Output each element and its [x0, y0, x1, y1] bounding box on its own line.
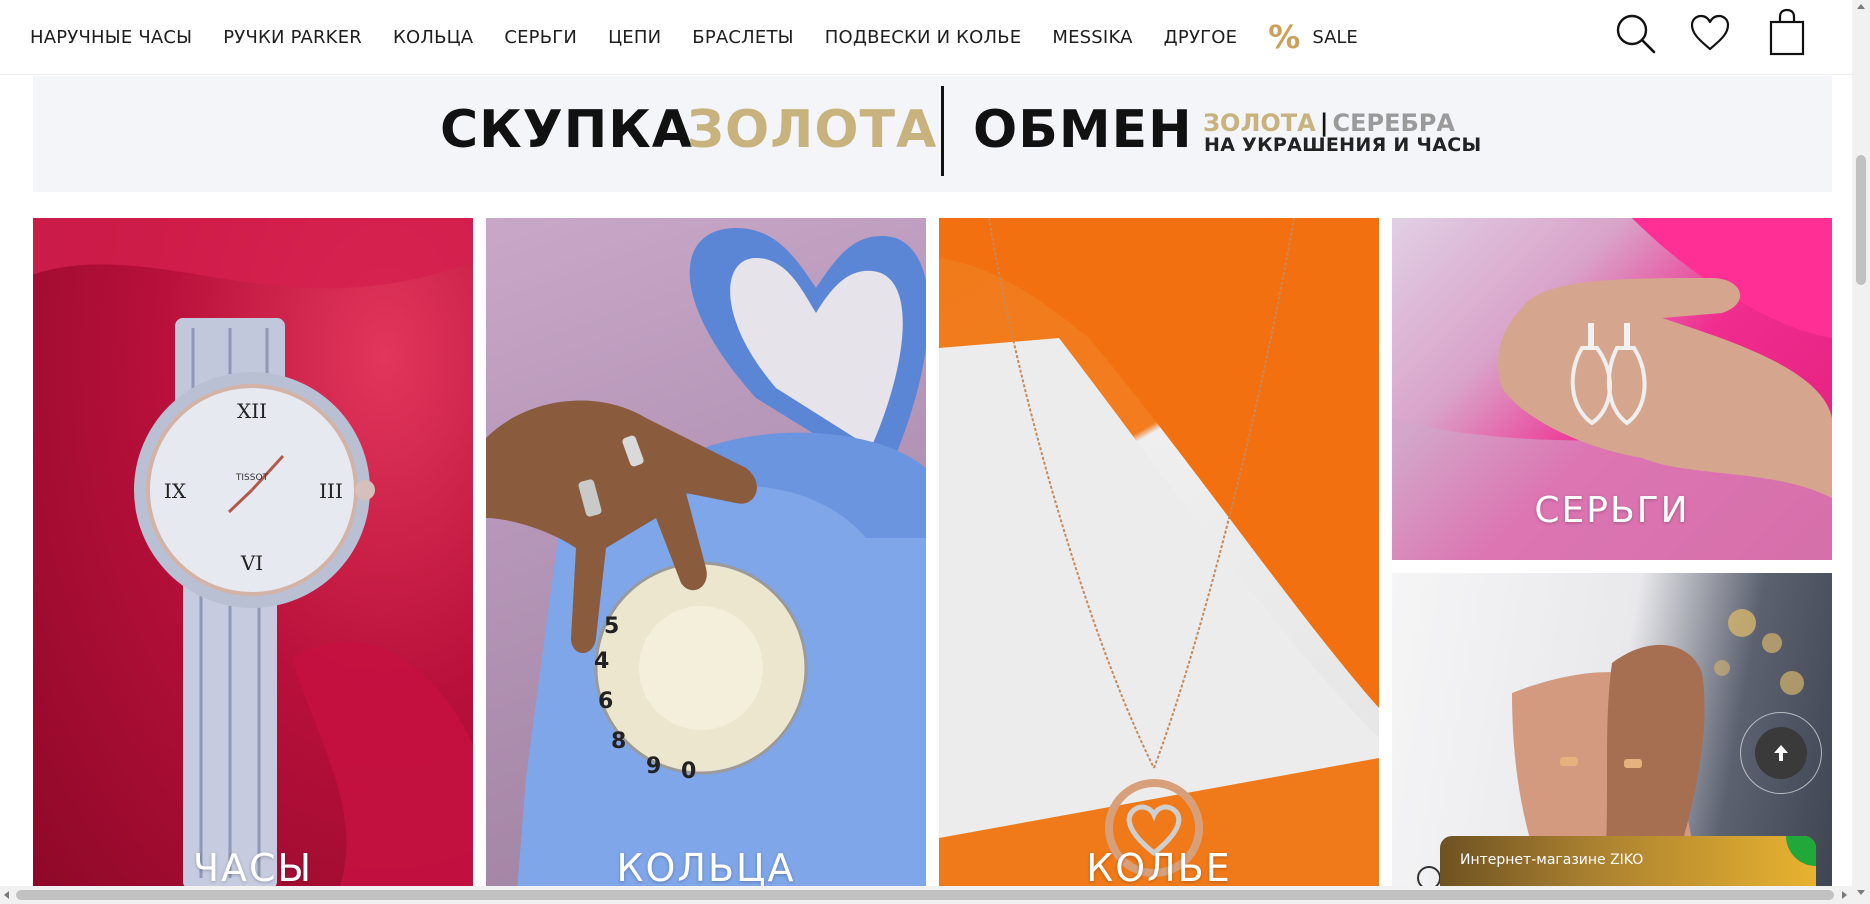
svg-text:8: 8 [611, 729, 626, 754]
chat-widget-label: Интернет-магазине ZIKO [1460, 852, 1644, 868]
scroll-up-arrow-icon[interactable] [1857, 4, 1865, 9]
svg-text:4: 4 [594, 649, 609, 674]
tile-label-earrings: СЕРЬГИ [1534, 490, 1690, 531]
nav-item-watches[interactable]: НАРУЧНЫЕ ЧАСЫ [30, 27, 192, 48]
svg-text:XII: XII [237, 399, 267, 423]
nav-item-rings[interactable]: КОЛЬЦА [393, 27, 473, 48]
vertical-scrollbar-thumb[interactable] [1856, 155, 1866, 285]
banner-word-buyback: СКУПКА [440, 100, 694, 160]
gold-buyback-banner[interactable]: СКУПКА ЗОЛОТА ОБМЕН ЗОЛОТА | СЕРЕБРА НА УК… [33, 76, 1832, 192]
category-tile-watches[interactable]: XII III VI IX TISSOT ЧАСЫ [33, 218, 473, 904]
svg-text:9: 9 [646, 754, 661, 779]
scroll-to-top-circle [1755, 727, 1807, 779]
banner-sub-separator: | [1319, 109, 1329, 137]
banner-sub-silver: СЕРЕБРА [1332, 109, 1455, 137]
svg-text:IX: IX [164, 479, 187, 503]
scroll-left-arrow-icon[interactable] [4, 891, 9, 899]
rings-image: 4 6 8 9 0 5 [486, 228, 926, 904]
heart-icon[interactable] [1690, 14, 1730, 52]
nav-item-chains[interactable]: ЦЕПИ [608, 27, 661, 48]
shopping-bag-icon[interactable] [1769, 8, 1805, 56]
nav-item-earrings[interactable]: СЕРЬГИ [504, 27, 577, 48]
banner-word-gold: ЗОЛОТА [687, 100, 938, 160]
svg-text:6: 6 [598, 689, 613, 714]
chat-widget[interactable]: Интернет-магазине ZIKO [1440, 836, 1816, 890]
svg-text:TISSOT: TISSOT [235, 473, 269, 483]
category-tile-rings[interactable]: 4 6 8 9 0 5 КОЛЬЦА [486, 218, 926, 904]
nav-item-bracelets[interactable]: БРАСЛЕТЫ [692, 27, 793, 48]
tile-label-rings: КОЛЬЦА [616, 846, 796, 890]
tile-label-watches: ЧАСЫ [192, 846, 314, 890]
scroll-down-arrow-icon[interactable] [1857, 890, 1865, 895]
banner-word-exchange: ОБМЕН [973, 100, 1193, 160]
vertical-scrollbar[interactable] [1852, 0, 1870, 904]
nav-item-parker-pens[interactable]: РУЧКИ PARKER [223, 27, 362, 48]
horizontal-scrollbar-thumb[interactable] [16, 890, 1834, 900]
nav-item-messika[interactable]: MESSIKA [1052, 27, 1132, 48]
top-navigation: НАРУЧНЫЕ ЧАСЫ РУЧКИ PARKER КОЛЬЦА СЕРЬГИ… [0, 0, 1852, 75]
category-tile-earrings[interactable]: СЕРЬГИ [1392, 218, 1832, 560]
svg-text:VI: VI [240, 551, 263, 575]
banner-divider [941, 86, 944, 176]
nav-item-pendants-necklaces[interactable]: ПОДВЕСКИ И КОЛЬЕ [825, 27, 1022, 48]
category-menu: НАРУЧНЫЕ ЧАСЫ РУЧКИ PARKER КОЛЬЦА СЕРЬГИ… [30, 21, 1358, 53]
necklace-image [939, 218, 1379, 904]
sale-label: SALE [1312, 26, 1358, 48]
tile-label-necklace: КОЛЬЕ [1086, 846, 1232, 890]
svg-text:III: III [319, 479, 343, 503]
arrow-up-icon [1774, 745, 1788, 761]
watch-image: XII III VI IX TISSOT [33, 218, 473, 904]
percent-icon: % [1268, 18, 1301, 56]
nav-item-sale[interactable]: % SALE [1268, 21, 1358, 53]
scroll-to-top-button[interactable] [1740, 712, 1822, 794]
svg-text:5: 5 [604, 614, 619, 639]
svg-text:0: 0 [681, 759, 696, 784]
horizontal-scrollbar[interactable] [0, 886, 1852, 904]
search-icon[interactable] [1614, 12, 1658, 56]
scroll-right-arrow-icon[interactable] [1842, 891, 1847, 899]
banner-subtitle-metals: ЗОЛОТА | СЕРЕБРА [1203, 109, 1455, 137]
category-tile-necklace[interactable]: КОЛЬЕ [939, 218, 1379, 904]
banner-subtitle-jewelry: НА УКРАШЕНИЯ И ЧАСЫ [1204, 134, 1482, 156]
nav-item-other[interactable]: ДРУГОЕ [1164, 27, 1238, 48]
banner-sub-gold: ЗОЛОТА [1203, 109, 1316, 137]
